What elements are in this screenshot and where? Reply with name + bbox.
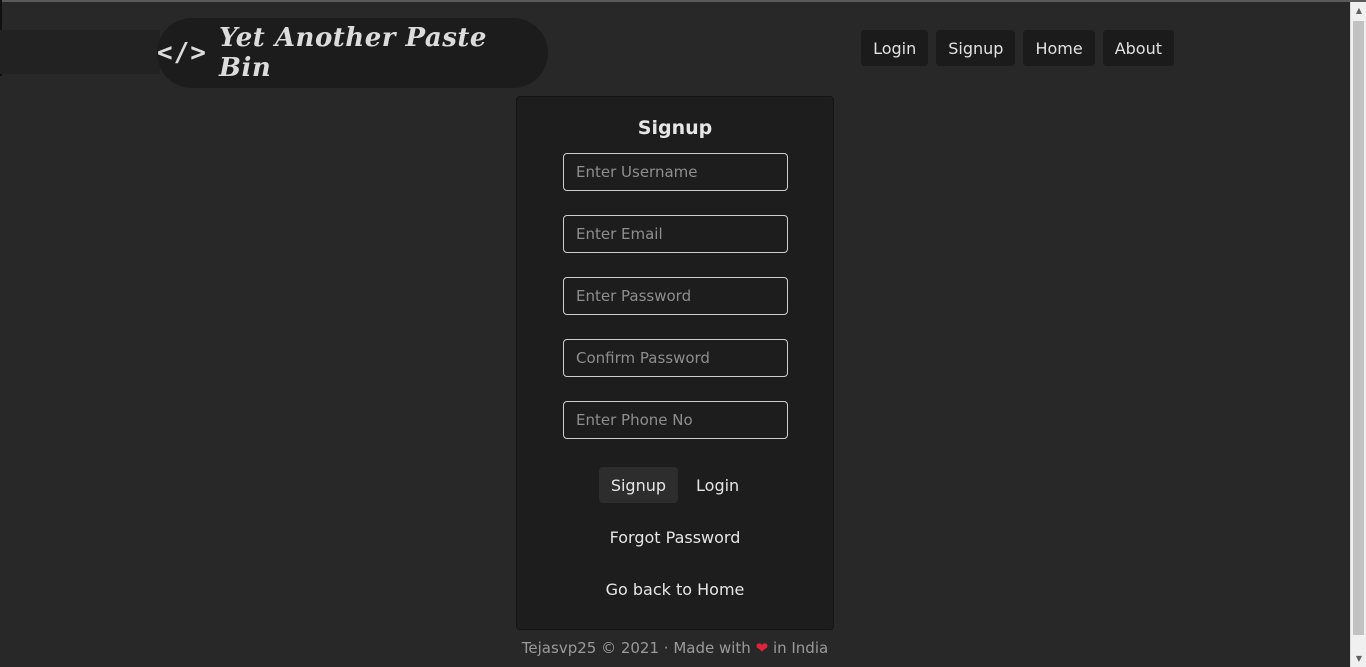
signup-button[interactable]: Signup — [598, 467, 679, 503]
login-button[interactable]: Login — [684, 467, 751, 503]
confirm-password-input[interactable] — [563, 339, 788, 377]
nav-login-button[interactable]: Login — [861, 30, 929, 66]
nav-signup-button[interactable]: Signup — [936, 30, 1016, 66]
top-nav: Login Signup Home About — [861, 30, 1174, 66]
scroll-up-arrow-icon[interactable]: ▲ — [1351, 2, 1366, 19]
nav-about-button[interactable]: About — [1102, 30, 1174, 66]
brand-logo[interactable]: </> Yet Another Paste Bin — [157, 18, 548, 88]
scrollbar-thumb[interactable] — [1353, 21, 1364, 635]
phone-input[interactable] — [563, 401, 788, 439]
signup-card: Signup Signup Login Forgot Password Go b… — [516, 96, 834, 630]
form-actions: Signup Login — [517, 467, 833, 503]
footer-prefix: Tejasvp25 © 2021 · Made with — [521, 639, 751, 657]
forgot-password-link[interactable]: Forgot Password — [517, 528, 833, 547]
password-input[interactable] — [563, 277, 788, 315]
email-input[interactable] — [563, 215, 788, 253]
navbar-strip — [0, 30, 160, 74]
nav-home-button[interactable]: Home — [1023, 30, 1095, 66]
scroll-down-arrow-icon[interactable]: ▼ — [1351, 650, 1366, 667]
window-top-border — [0, 0, 1366, 2]
username-input[interactable] — [563, 153, 788, 191]
footer-suffix: in India — [772, 639, 829, 657]
heart-icon: ❤ — [755, 639, 769, 657]
back-home-link[interactable]: Go back to Home — [517, 580, 833, 599]
vertical-scrollbar[interactable]: ▲ ▼ — [1350, 2, 1366, 667]
brand-title: Yet Another Paste Bin — [218, 23, 487, 83]
footer: Tejasvp25 © 2021 · Made with ❤ in India — [0, 639, 1350, 657]
signup-title: Signup — [637, 117, 713, 139]
code-icon: </> — [157, 38, 207, 68]
